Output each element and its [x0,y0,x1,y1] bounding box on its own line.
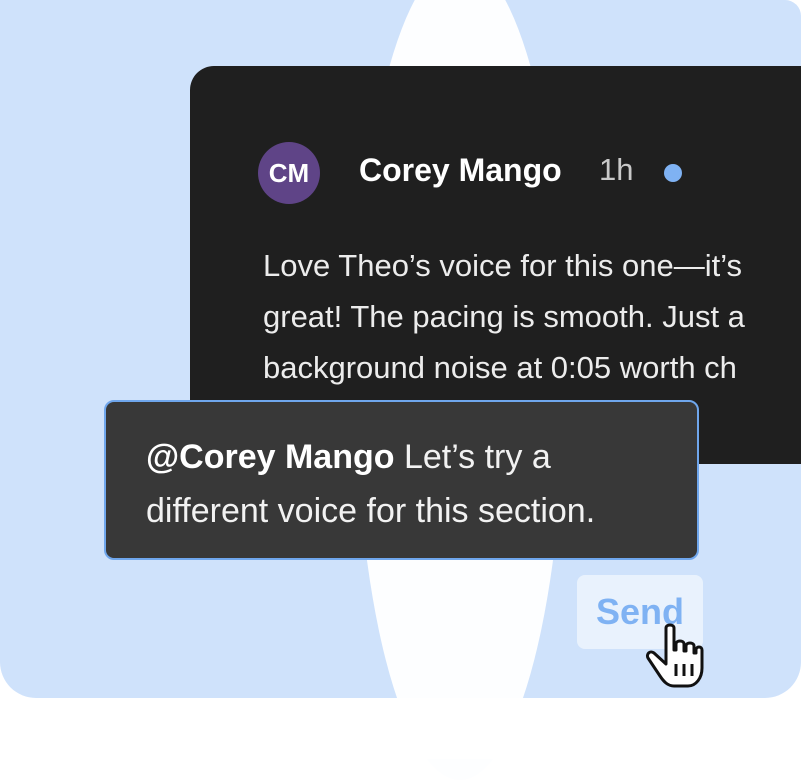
comment-line: background noise at 0:05 worth ch [263,350,737,385]
comment-body: Love Theo’s voice for this one—it’s grea… [263,240,801,393]
comment-line: Love Theo’s voice for this one—it’s [263,248,743,283]
reply-input[interactable]: @Corey Mango Let’s try a different voice… [104,400,699,560]
avatar[interactable]: CM [258,142,320,204]
comment-timestamp: 1h [599,152,634,187]
pointer-hand-icon [646,623,704,688]
mention-tag[interactable]: @Corey Mango [146,438,395,476]
author-name[interactable]: Corey Mango [359,152,562,189]
comment-line: great! The pacing is smooth. Just a [263,299,745,334]
reply-text-line2: different voice for this section. [146,492,596,530]
bottom-margin [0,698,801,759]
reply-text-line1: Let’s try a [394,438,551,476]
unread-dot-icon [664,164,682,182]
